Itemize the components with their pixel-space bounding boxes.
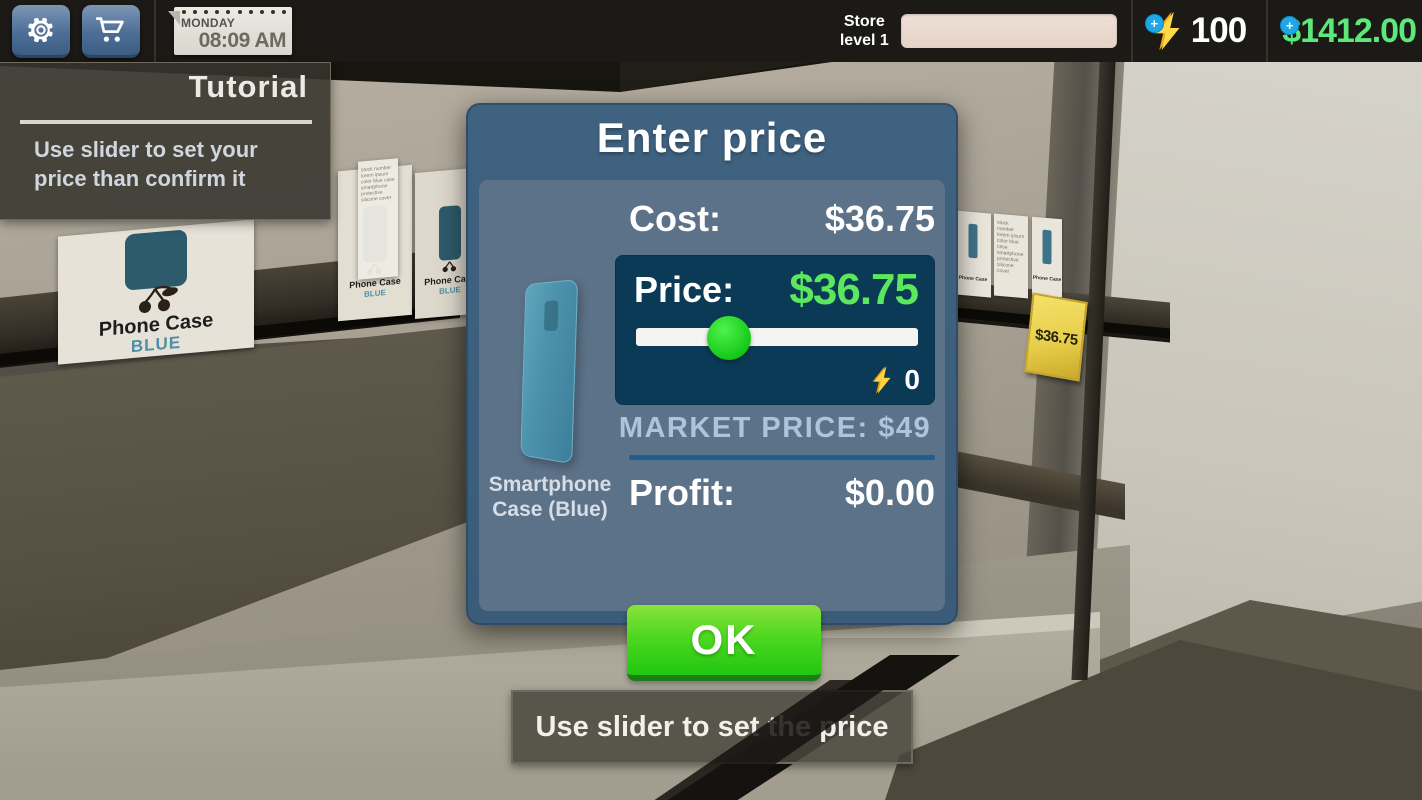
money-counter[interactable]: + $1412.00 <box>1280 11 1422 51</box>
section-divider <box>629 455 935 460</box>
profit-value: $0.00 <box>844 472 935 513</box>
store-level-progress-bar <box>900 14 1117 48</box>
cherry-logo-icon <box>139 285 178 313</box>
price-panel: Price: $36.75 0 <box>615 255 935 405</box>
box-case-art <box>439 205 461 261</box>
product-box-leaflet: stock number lorem ipsum color blue case… <box>358 158 398 280</box>
ok-button-label: OK <box>690 616 758 663</box>
profit-label: Profit: <box>629 472 735 513</box>
hud-left-group: MONDAY 08:09 AM <box>0 0 292 62</box>
cart-icon <box>95 16 124 42</box>
shelf-price-tag-value: $36.75 <box>1034 325 1078 349</box>
price-row: Price: $36.75 <box>634 264 919 316</box>
dialog-title: Enter price <box>596 114 828 161</box>
clock-page-fold <box>168 11 180 25</box>
bottom-hint-text: Use slider to set the price <box>535 710 889 743</box>
cost-label: Cost: <box>629 198 721 239</box>
box-case-art <box>1042 229 1052 265</box>
top-hud-bar: MONDAY 08:09 AM Store level 1 + 100 + $1… <box>0 0 1422 62</box>
store-level-line2: level 1 <box>839 32 889 49</box>
add-money-button[interactable]: + <box>1280 15 1300 35</box>
cost-value: $36.75 <box>824 198 935 239</box>
energy-value: 100 <box>1190 11 1247 50</box>
price-energy-cost: 0 <box>866 364 920 396</box>
product-box-phone-case: Phone Case BLUE <box>58 219 254 365</box>
shop-button[interactable] <box>82 4 140 58</box>
add-energy-button[interactable]: + <box>1144 14 1164 33</box>
lightning-icon <box>872 366 891 394</box>
far-product-box: Phone Case <box>1032 216 1062 298</box>
hud-divider <box>154 0 156 62</box>
phone-case-icon <box>520 279 579 465</box>
store-level-line1: Store <box>843 13 885 30</box>
dialog-body: Smartphone Case (Blue) Cost: $36.75 Pric… <box>479 180 945 681</box>
price-slider-handle[interactable] <box>707 316 752 360</box>
box-title: Phone Case <box>1032 274 1062 284</box>
energy-counter[interactable]: + 100 <box>1144 10 1252 52</box>
clock-rings <box>182 10 286 14</box>
price-value: $36.75 <box>789 265 919 314</box>
price-label: Price: <box>634 269 735 310</box>
box-case-art <box>125 229 187 291</box>
enter-price-dialog: Enter price Smartphone Case (Blue) Cost:… <box>466 103 958 681</box>
bottom-hint: Use slider to set the price <box>511 690 913 764</box>
tutorial-divider <box>20 120 312 124</box>
product-image <box>485 270 615 470</box>
clock-time: 08:09 AM <box>198 29 287 52</box>
cherry-logo-icon <box>442 261 457 273</box>
clock-day: MONDAY <box>181 16 236 30</box>
cost-row: Cost: $36.75 <box>629 196 935 242</box>
product-name: Smartphone Case (Blue) <box>488 473 612 521</box>
settings-button[interactable] <box>12 4 70 58</box>
ok-button[interactable]: OK <box>627 605 821 681</box>
box-case-art <box>968 223 978 259</box>
far-product-box: Phone Case <box>955 210 991 298</box>
box-filler-text: stock number lorem ipsum color blue case… <box>361 164 395 204</box>
box-title: Phone Case <box>958 274 988 284</box>
product-preview: Smartphone Case (Blue) <box>485 270 615 522</box>
tutorial-panel: Tutorial Use slider to set your price th… <box>0 62 331 220</box>
hud-right-group: Store level 1 + 100 + $1412.00 <box>840 0 1422 62</box>
money-value: $1412.00 <box>1282 11 1417 50</box>
shelf-price-tag: $36.75 <box>1024 292 1088 382</box>
hud-divider <box>1266 0 1269 62</box>
far-product-box: stock number lorem ipsum color blue case… <box>994 213 1028 299</box>
tutorial-text: Use slider to set your price than confir… <box>34 137 258 191</box>
store-level-label: Store level 1 <box>840 12 889 50</box>
market-price: MARKET PRICE: $49 <box>618 412 932 444</box>
gear-icon <box>28 17 53 42</box>
tutorial-title: Tutorial <box>188 69 308 104</box>
price-energy-value: 0 <box>904 364 920 395</box>
hud-divider <box>1130 0 1133 62</box>
box-filler-text: stock number lorem ipsum color blue case… <box>997 219 1025 275</box>
camera-cutout-icon <box>543 300 559 332</box>
game-screen: Phone Case BLUE Phone Case BLUE Phone Ca… <box>0 0 1422 800</box>
game-clock: MONDAY 08:09 AM <box>168 7 292 55</box>
price-slider[interactable] <box>636 316 918 360</box>
profit-row: Profit: $0.00 <box>629 468 935 518</box>
